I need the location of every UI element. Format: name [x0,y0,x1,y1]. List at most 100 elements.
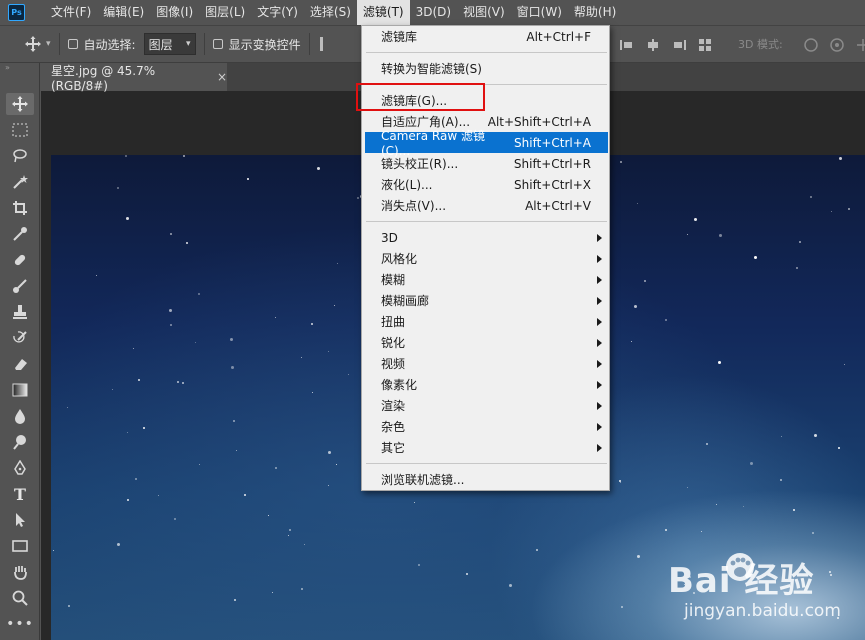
menu-item-liquify[interactable]: 液化(L)... Shift+Ctrl+X [365,174,608,195]
lasso-icon[interactable] [6,145,34,167]
star [814,434,817,437]
menu-item-vanishing-point[interactable]: 消失点(V)... Alt+Ctrl+V [365,195,608,216]
star [812,532,814,534]
photoshop-logo-icon[interactable]: Ps [8,4,25,21]
path-select-icon[interactable] [6,509,34,531]
distribute-icon[interactable] [698,38,712,52]
type-icon[interactable]: T [6,483,34,505]
eraser-icon[interactable] [6,353,34,375]
star [716,504,717,505]
auto-select-checkbox[interactable] [67,39,78,49]
auto-select-dropdown[interactable]: 图层 ▾ [143,33,196,55]
star [799,241,801,243]
star [780,479,782,481]
star [694,218,697,221]
crop-icon[interactable] [6,197,34,219]
menu-separator [366,463,607,464]
menu-item-blur-gallery[interactable]: 模糊画廊 [365,290,608,311]
panel-grip-icon[interactable]: » [0,63,39,73]
healing-brush-icon[interactable] [6,249,34,271]
star [127,432,128,433]
magic-wand-icon[interactable] [6,171,34,193]
star [199,464,200,465]
star [133,348,134,349]
star [177,381,179,383]
menu-type[interactable]: 文字(Y) [251,0,304,25]
zoom-icon[interactable] [6,587,34,609]
star [701,531,702,532]
divider [203,33,205,55]
eyedropper-icon[interactable] [6,223,34,245]
blur-icon[interactable] [6,405,34,427]
star [68,605,70,607]
star [637,203,638,204]
star [233,420,235,422]
menu-item-sharpen[interactable]: 锐化 [365,332,608,353]
brush-icon[interactable] [6,275,34,297]
star [418,564,420,566]
3d-pan-icon[interactable] [854,37,865,53]
menu-edit[interactable]: 编辑(E) [97,0,150,25]
more-tools-icon[interactable]: ••• [6,613,34,635]
show-transform-checkbox[interactable] [212,39,223,49]
chevron-down-icon[interactable]: ▾ [46,39,51,49]
gradient-icon[interactable] [6,379,34,401]
align-center-icon[interactable] [646,38,660,52]
star [620,161,622,163]
menu-item-stylize[interactable]: 风格化 [365,248,608,269]
menu-separator [366,52,607,53]
menu-help[interactable]: 帮助(H) [568,0,622,25]
menu-select[interactable]: 选择(S) [304,0,357,25]
menu-item-pixelate[interactable]: 像素化 [365,374,608,395]
menu-item-distort[interactable]: 扭曲 [365,311,608,332]
align-top-icon[interactable] [319,37,330,51]
align-right-icon[interactable] [672,38,686,52]
move-tool-preset-icon[interactable] [18,32,48,56]
close-icon[interactable]: × [217,70,227,84]
clone-stamp-icon[interactable] [6,301,34,323]
menu-view[interactable]: 视图(V) [457,0,511,25]
star [304,544,305,545]
menu-layer[interactable]: 图层(L) [199,0,251,25]
star [67,407,68,408]
3d-orbit-icon[interactable] [802,37,820,53]
menu-item-noise[interactable]: 杂色 [365,416,608,437]
menu-item-3d[interactable]: 3D [365,227,608,248]
marquee-icon[interactable] [6,119,34,141]
watermark-url-text: jingyan.baidu.com [684,601,841,621]
hand-icon[interactable] [6,561,34,583]
menu-item-label: 锐化 [381,336,406,350]
menu-item-browse-online-filters[interactable]: 浏览联机滤镜... [365,469,608,490]
auto-select-value: 图层 [148,37,173,52]
menu-3d[interactable]: 3D(D) [410,0,457,25]
menu-item-other[interactable]: 其它 [365,437,608,458]
pen-icon[interactable] [6,457,34,479]
document-tab[interactable]: 星空.jpg @ 45.7%(RGB/8#) × [41,63,227,93]
menu-item-blur[interactable]: 模糊 [365,269,608,290]
menu-item-label: 模糊画廊 [381,294,430,308]
align-left-icon[interactable] [620,38,634,52]
menu-item-label: 杂色 [381,420,406,434]
rectangle-icon[interactable] [6,535,34,557]
menu-item-video[interactable]: 视频 [365,353,608,374]
move-icon[interactable] [6,93,34,115]
star [844,364,845,365]
history-brush-icon[interactable] [6,327,34,349]
star [743,506,744,507]
menu-item-shortcut: Alt+Ctrl+F [526,29,591,44]
star [793,509,795,511]
menu-filter[interactable]: 滤镜(T) [356,0,410,25]
menu-image[interactable]: 图像(I) [150,0,199,25]
menu-window[interactable]: 窗口(W) [511,0,568,25]
submenu-arrow-icon [597,296,602,305]
dodge-icon[interactable] [6,431,34,453]
menu-item-lens-correction[interactable]: 镜头校正(R)... Shift+Ctrl+R [365,153,608,174]
submenu-arrow-icon [597,233,602,242]
menu-item-convert-smart-filter[interactable]: 转换为智能滤镜(S) [365,58,608,79]
star [170,233,172,235]
3d-roll-icon[interactable] [828,37,846,53]
menu-item-camera-raw[interactable]: Camera Raw 滤镜(C)... Shift+Ctrl+A [365,129,608,158]
menu-item-filter-gallery-last[interactable]: 滤镜库 Alt+Ctrl+F [365,26,608,47]
menu-file[interactable]: 文件(F) [45,0,97,25]
menu-item-render[interactable]: 渲染 [365,395,608,416]
